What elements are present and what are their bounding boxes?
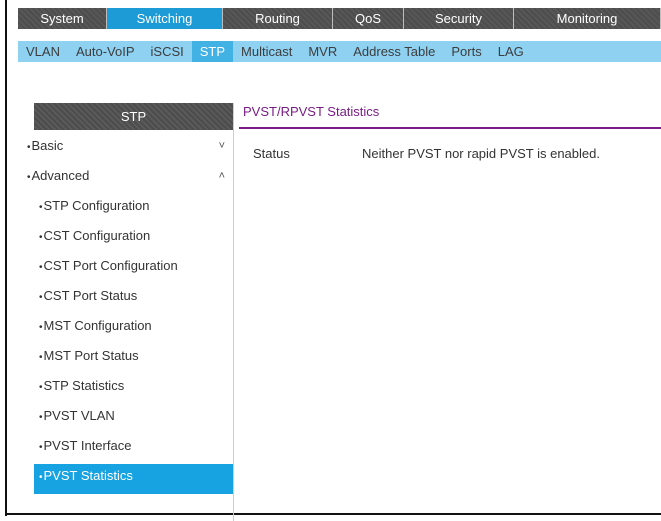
sidebar-item-label: Advanced bbox=[31, 168, 90, 183]
tab-qos[interactable]: QoS bbox=[333, 8, 404, 29]
bullet-icon: • bbox=[39, 322, 43, 333]
sidebar-item-cst-configuration[interactable]: •CST Configuration bbox=[27, 224, 233, 254]
bullet-icon: • bbox=[39, 382, 43, 393]
subtab-lag[interactable]: LAG bbox=[490, 41, 532, 62]
sidebar-item-label: MST Configuration bbox=[43, 318, 152, 333]
subtab-auto-voip[interactable]: Auto-VoIP bbox=[68, 41, 143, 62]
sidebar-item-mst-port-status[interactable]: •MST Port Status bbox=[27, 344, 233, 374]
sidebar-item-basic[interactable]: •Basic ˅ bbox=[27, 134, 233, 164]
sidebar-item-label: PVST VLAN bbox=[43, 408, 115, 423]
main-navigation-tabs: System Switching Routing QoS Security Monitor… bbox=[18, 8, 661, 29]
subtab-mvr[interactable]: MVR bbox=[300, 41, 345, 62]
sidebar-item-label: STP Statistics bbox=[43, 378, 125, 393]
sidebar-menu: •Basic ˅ •Advanced ˄ •STP Configuration •CST … bbox=[27, 134, 233, 494]
sidebar-item-pvst-interface[interactable]: •PVST Interface bbox=[27, 434, 233, 464]
status-value: Neither PVST nor rapid PVST is enabled. bbox=[362, 146, 600, 161]
sidebar-item-label: STP Configuration bbox=[43, 198, 150, 213]
sidebar-item-pvst-vlan[interactable]: •PVST VLAN bbox=[27, 404, 233, 434]
subtab-multicast[interactable]: Multicast bbox=[233, 41, 300, 62]
sidebar-divider bbox=[233, 103, 234, 521]
bullet-icon: • bbox=[39, 262, 43, 273]
sidebar-item-advanced[interactable]: •Advanced ˄ bbox=[27, 164, 233, 194]
tab-monitoring[interactable]: Monitoring bbox=[514, 8, 661, 29]
subtab-stp[interactable]: STP bbox=[191, 41, 234, 62]
bullet-icon: • bbox=[39, 292, 43, 303]
subtab-vlan[interactable]: VLAN bbox=[18, 41, 68, 62]
sidebar-item-mst-configuration[interactable]: •MST Configuration bbox=[27, 314, 233, 344]
bullet-icon: • bbox=[27, 142, 31, 153]
subtab-ports[interactable]: Ports bbox=[443, 41, 489, 62]
chevron-up-icon[interactable]: ˄ bbox=[219, 164, 225, 188]
sidebar-item-cst-port-configuration[interactable]: •CST Port Configuration bbox=[27, 254, 233, 284]
tab-security[interactable]: Security bbox=[404, 8, 514, 29]
frame-left-border bbox=[5, 0, 7, 516]
tab-switching[interactable]: Switching bbox=[107, 8, 223, 29]
bullet-icon: • bbox=[39, 202, 43, 213]
tab-routing[interactable]: Routing bbox=[223, 8, 333, 29]
frame-bottom-border bbox=[5, 513, 661, 515]
subtab-iscsi[interactable]: iSCSI bbox=[143, 41, 192, 62]
sub-navigation-tabs: VLAN Auto-VoIP iSCSI STP Multicast MVR Address… bbox=[18, 41, 661, 62]
sidebar-item-label: PVST Statistics bbox=[43, 468, 133, 483]
sidebar-item-cst-port-status[interactable]: •CST Port Status bbox=[27, 284, 233, 314]
bullet-icon: • bbox=[39, 472, 43, 483]
bullet-icon: • bbox=[39, 352, 43, 363]
sidebar-item-stp-configuration[interactable]: •STP Configuration bbox=[27, 194, 233, 224]
sidebar-item-pvst-statistics[interactable]: •PVST Statistics bbox=[34, 464, 233, 494]
tab-system[interactable]: System bbox=[18, 8, 107, 29]
sidebar-item-label: Basic bbox=[31, 138, 64, 153]
page-title-underline bbox=[239, 127, 661, 129]
sidebar-title: STP bbox=[34, 103, 233, 130]
bullet-icon: • bbox=[39, 442, 43, 453]
bullet-icon: • bbox=[39, 232, 43, 243]
sidebar-item-label: CST Configuration bbox=[43, 228, 151, 243]
bullet-icon: • bbox=[39, 412, 43, 423]
subtab-address-table[interactable]: Address Table bbox=[345, 41, 443, 62]
chevron-down-icon[interactable]: ˅ bbox=[219, 134, 225, 158]
sidebar-item-label: CST Port Configuration bbox=[43, 258, 178, 273]
sidebar-item-label: PVST Interface bbox=[43, 438, 132, 453]
bullet-icon: • bbox=[27, 172, 31, 183]
sidebar-item-stp-statistics[interactable]: •STP Statistics bbox=[27, 374, 233, 404]
sidebar-item-label: CST Port Status bbox=[43, 288, 138, 303]
sidebar-item-label: MST Port Status bbox=[43, 348, 139, 363]
status-label: Status bbox=[253, 146, 290, 161]
page-title: PVST/RPVST Statistics bbox=[243, 104, 380, 119]
